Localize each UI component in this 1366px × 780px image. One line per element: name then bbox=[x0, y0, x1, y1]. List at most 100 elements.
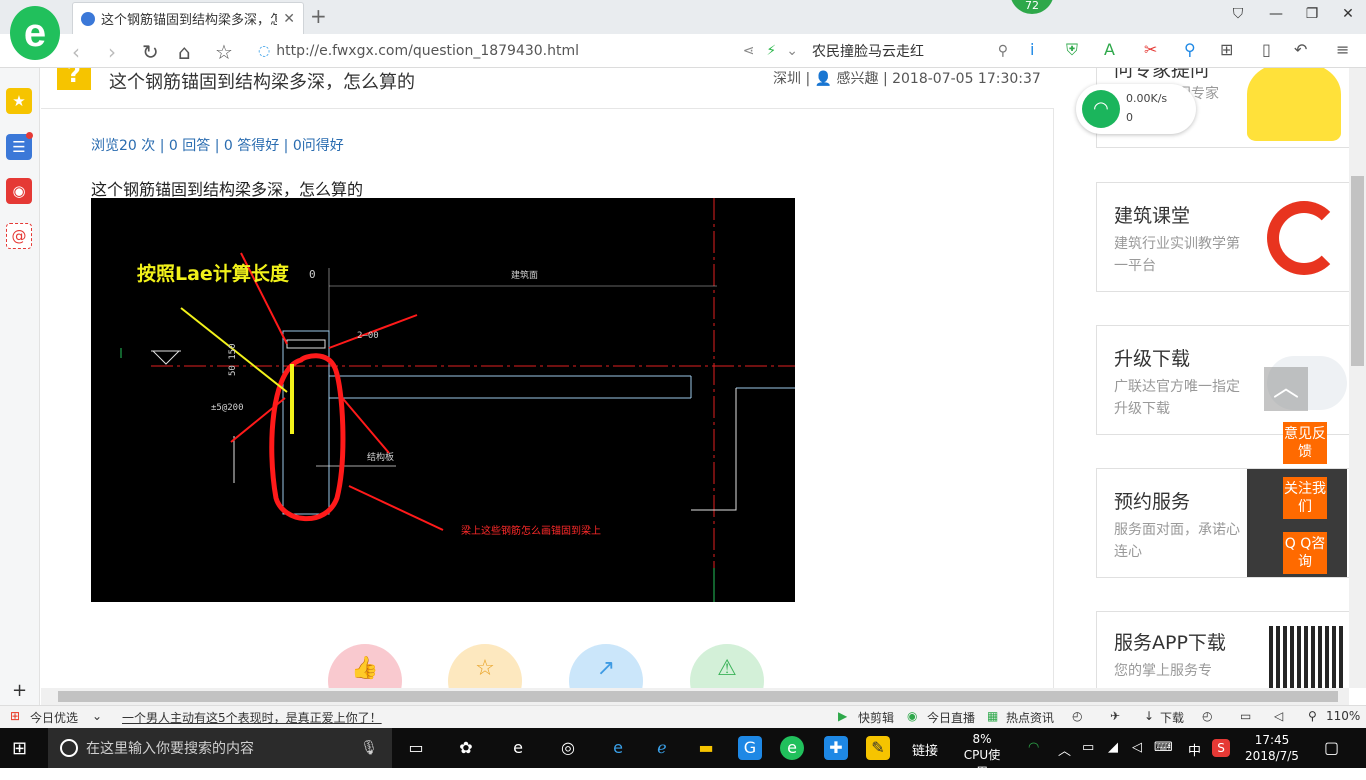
tray-expand-icon[interactable]: ︿ bbox=[1058, 740, 1071, 759]
speed-dial-icon[interactable]: ◴ bbox=[1072, 709, 1082, 723]
top-label: 建筑面 bbox=[511, 269, 538, 281]
red-highlight-circle bbox=[269, 353, 346, 522]
extension-icon[interactable]: ⅰ bbox=[1030, 40, 1034, 59]
qq-consult-button[interactable]: Q Q咨询 bbox=[1283, 532, 1327, 574]
file-explorer-icon[interactable]: ▬ bbox=[694, 736, 718, 760]
new-tab-button[interactable]: + bbox=[310, 4, 327, 28]
address-bar[interactable]: ◌ http://e.fwxgx.com/question_1879430.ht… bbox=[258, 38, 798, 64]
clock[interactable]: 17:45 2018/7/5 bbox=[1240, 732, 1304, 764]
home-icon[interactable]: ⌂ bbox=[178, 40, 191, 64]
course-logo-icon bbox=[1267, 201, 1341, 275]
vertical-scrollbar[interactable] bbox=[1349, 68, 1366, 688]
search-icon[interactable]: ⚲ bbox=[998, 43, 1008, 59]
app-download-card[interactable]: 服务APP下载 您的掌上服务专 bbox=[1096, 611, 1350, 688]
url-dropdown-icon[interactable]: ⌄ bbox=[786, 43, 798, 59]
site-info-icon[interactable]: ◌ bbox=[258, 43, 270, 59]
add-sidebar-icon[interactable]: + bbox=[12, 680, 27, 701]
card-title: 建筑课堂 bbox=[1114, 205, 1191, 227]
zoom-level[interactable]: 110% bbox=[1326, 709, 1360, 723]
network-tray-icon[interactable]: ◢ bbox=[1108, 740, 1118, 755]
warning-icon: ⚠ bbox=[717, 656, 737, 681]
active-tab[interactable]: 这个钢筋锚固到结构梁多深，怎么 ✕ bbox=[72, 2, 304, 34]
question-stats[interactable]: 浏览20 次 | 0 回答 | 0 答得好 | 0问得好 bbox=[91, 135, 344, 155]
plus-app-icon[interactable]: ✚ bbox=[824, 736, 848, 760]
notes-app-icon[interactable]: ✎ bbox=[866, 736, 890, 760]
share-icon[interactable]: ⋖ bbox=[743, 43, 755, 59]
window-icon[interactable]: ▭ bbox=[1240, 709, 1251, 723]
star-icon: ☆ bbox=[475, 656, 495, 681]
search-tool-icon[interactable]: ⚲ bbox=[1184, 40, 1196, 59]
browser-logo-icon[interactable]: e bbox=[10, 6, 60, 60]
horizontal-scroll-thumb[interactable] bbox=[58, 691, 1338, 702]
action-center-icon[interactable]: ▢ bbox=[1324, 738, 1339, 757]
wifi-tray-icon[interactable]: ◠ bbox=[1028, 740, 1039, 755]
back-to-top-button[interactable]: ︿ bbox=[1264, 367, 1308, 411]
link-label[interactable]: 链接 bbox=[912, 740, 938, 759]
forward-icon[interactable]: › bbox=[108, 40, 116, 64]
security-shield-icon[interactable]: ⛨ bbox=[1066, 40, 1078, 60]
ie-app-icon[interactable]: e bbox=[506, 736, 530, 760]
cpu-widget[interactable]: 8% CPU使用 bbox=[960, 732, 1004, 780]
network-speed-widget[interactable]: ◠ 0.00K/s 0 bbox=[1076, 84, 1196, 134]
upgrade-card[interactable]: 升级下载 广联达官方唯一指定升级下载 bbox=[1096, 325, 1350, 435]
microphone-icon[interactable]: 🎙 bbox=[360, 740, 378, 756]
search-box[interactable]: 农民撞脸马云走红 ⚲ bbox=[812, 38, 1008, 64]
dimension-label: 2–00 bbox=[357, 331, 379, 341]
follow-us-button[interactable]: 关注我们 bbox=[1283, 477, 1327, 519]
windows-start-icon[interactable]: ⊞ bbox=[12, 738, 27, 759]
apps-grid-icon[interactable]: ⊞ bbox=[1220, 40, 1233, 59]
course-card[interactable]: 建筑课堂 建筑行业实训教学第一平台 bbox=[1096, 182, 1350, 292]
battery-icon[interactable]: ▭ bbox=[1082, 740, 1094, 755]
quick-edit-link[interactable]: 快剪辑 bbox=[858, 709, 894, 726]
volume-icon[interactable]: ◁ bbox=[1132, 740, 1142, 755]
news-source[interactable]: 今日优选 bbox=[30, 709, 78, 726]
task-view-icon[interactable]: ▭ bbox=[404, 736, 428, 760]
pin-icon[interactable]: ✈ bbox=[1110, 709, 1120, 723]
glodon-app-icon[interactable]: G bbox=[738, 736, 762, 760]
tab-close-icon[interactable]: ✕ bbox=[283, 11, 295, 27]
mail-icon[interactable]: @ bbox=[6, 223, 32, 249]
minimize-button[interactable]: — bbox=[1266, 6, 1286, 22]
edge-app-icon[interactable]: e bbox=[606, 736, 630, 760]
reload-icon[interactable]: ↻ bbox=[142, 40, 159, 64]
browser-taskbar-icon[interactable]: e bbox=[780, 736, 804, 760]
news-headline-link[interactable]: 一个男人主动有这5个表现时，是真正爱上你了！ bbox=[122, 709, 382, 726]
history-icon[interactable]: ◴ bbox=[1202, 709, 1212, 723]
red-arrow-4 bbox=[338, 393, 390, 454]
live-link[interactable]: 今日直播 bbox=[927, 709, 975, 726]
close-window-button[interactable]: ✕ bbox=[1338, 6, 1358, 22]
undo-icon[interactable]: ↶ bbox=[1294, 40, 1307, 59]
rebar-label: ±5@200 bbox=[211, 403, 244, 413]
back-icon[interactable]: ‹ bbox=[72, 40, 80, 64]
question-title: 这个钢筋锚固到结构梁多深，怎么算的 bbox=[109, 72, 415, 93]
cad-drawing-image: 按照Lae计算长度 梁上这些钢筋怎么画锚固到梁上 2–00 ±5@200 结构板… bbox=[91, 198, 795, 602]
wifi-icon: ◠ bbox=[1082, 90, 1120, 128]
reading-mode-icon[interactable]: ▯ bbox=[1262, 40, 1271, 59]
internet-explorer-icon[interactable]: ℯ bbox=[650, 736, 674, 760]
skin-button[interactable]: ⛉ bbox=[1228, 6, 1248, 22]
bookmark-star-icon[interactable]: ☆ bbox=[215, 40, 233, 64]
menu-icon[interactable]: ≡ bbox=[1336, 40, 1349, 59]
pinwheel-app-icon[interactable]: ✿ bbox=[454, 736, 478, 760]
feedback-button[interactable]: 意见反馈 bbox=[1283, 422, 1327, 464]
screenshot-icon[interactable]: ✂ bbox=[1144, 40, 1157, 59]
speed-mode-icon[interactable]: ⚡ bbox=[766, 43, 776, 59]
column-cap bbox=[286, 339, 326, 349]
maximize-button[interactable]: ❐ bbox=[1302, 6, 1322, 22]
download-link[interactable]: 下载 bbox=[1160, 709, 1184, 726]
translate-icon[interactable]: A bbox=[1104, 40, 1115, 59]
hot-news-link[interactable]: 热点资讯 bbox=[1006, 709, 1054, 726]
hot-search-text: 农民撞脸马云走红 bbox=[812, 44, 924, 60]
status-bar: ⊞ 今日优选 ⌄ 一个男人主动有这5个表现时，是真正爱上你了！ ▶ 快剪辑 ◉ … bbox=[0, 705, 1366, 728]
vertical-scroll-thumb[interactable] bbox=[1351, 176, 1364, 366]
favorites-icon[interactable]: ★ bbox=[6, 88, 32, 114]
weibo-icon[interactable]: ◉ bbox=[6, 178, 32, 204]
ime-indicator[interactable]: 中 bbox=[1188, 740, 1201, 759]
swirl-app-icon[interactable]: ◎ bbox=[556, 736, 580, 760]
keyboard-icon[interactable]: ⌨ bbox=[1154, 740, 1173, 755]
sound-icon[interactable]: ◁ bbox=[1274, 709, 1283, 723]
taskbar-search[interactable]: 在这里输入你要搜索的内容 🎙 bbox=[48, 728, 392, 768]
expand-icon[interactable]: ⌄ bbox=[92, 709, 102, 723]
sogou-ime-icon[interactable]: S bbox=[1212, 739, 1230, 757]
live-icon: ◉ bbox=[907, 709, 918, 723]
